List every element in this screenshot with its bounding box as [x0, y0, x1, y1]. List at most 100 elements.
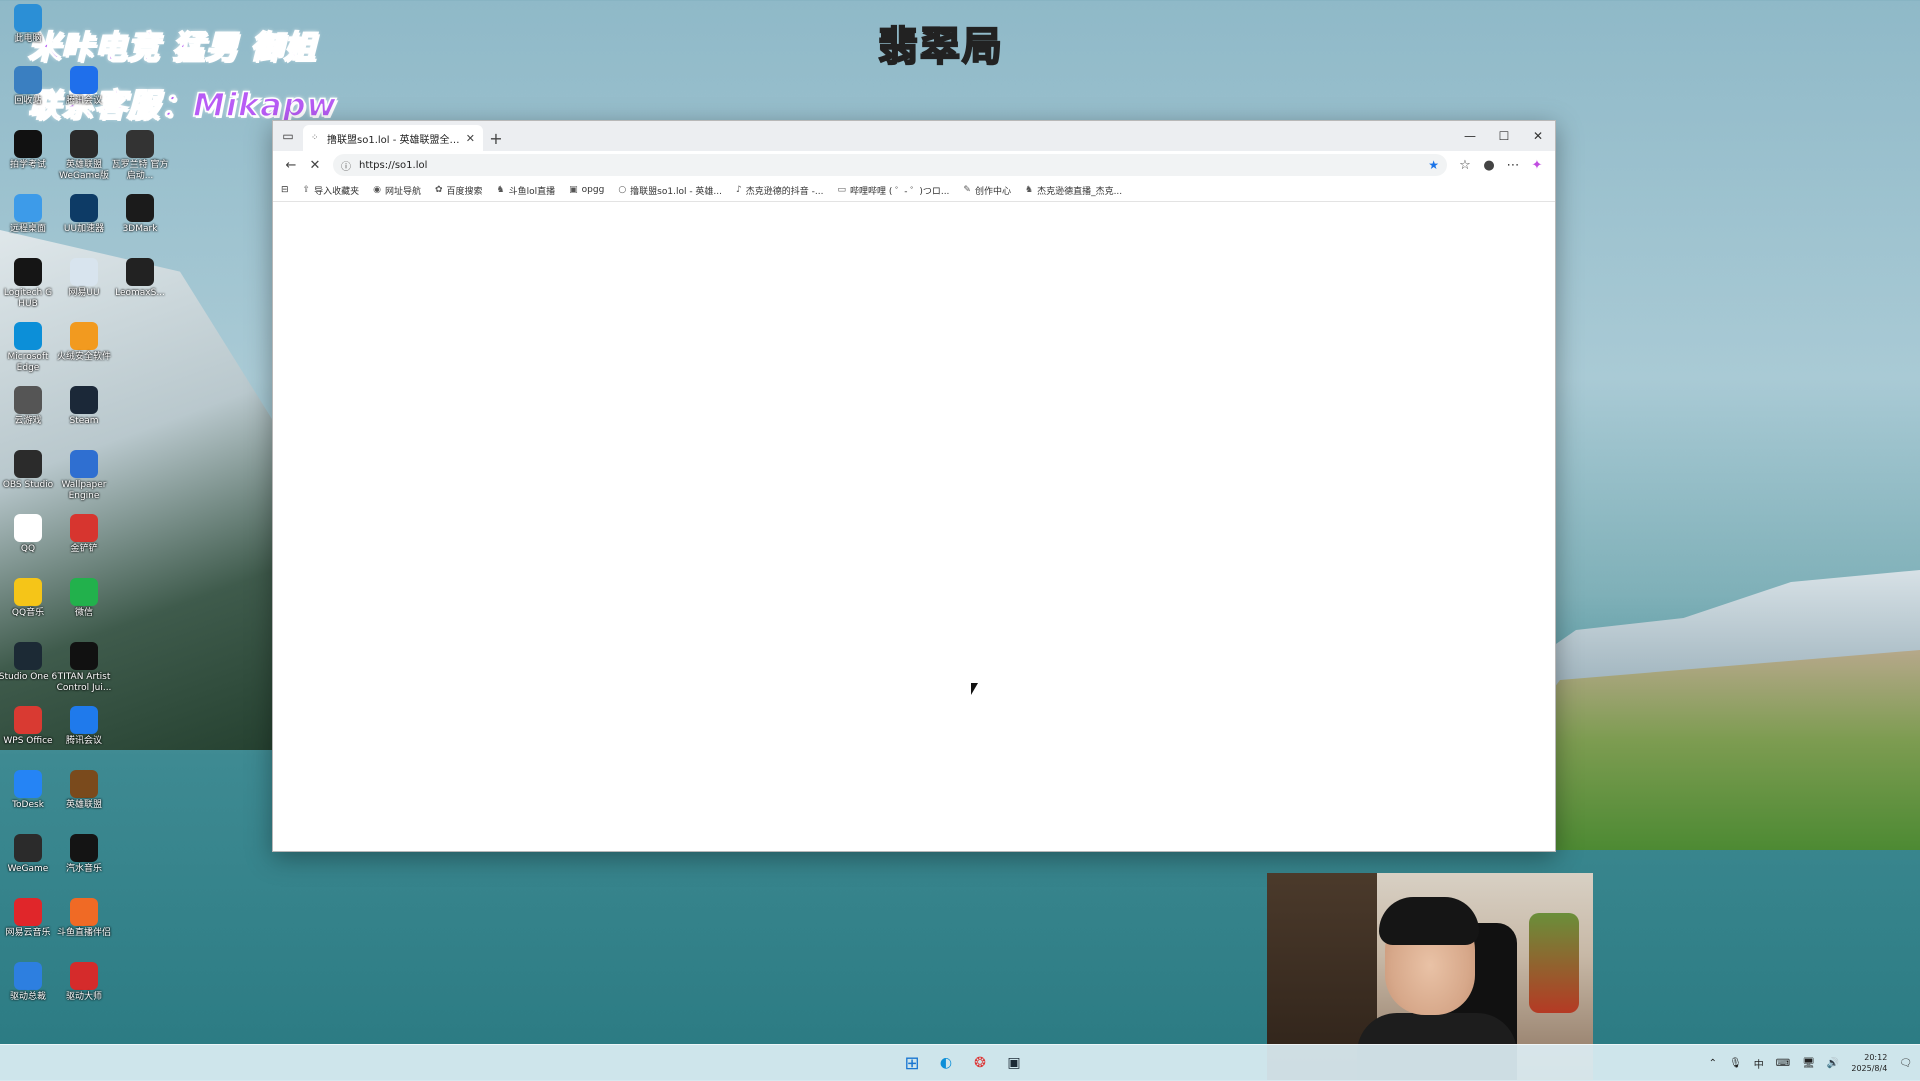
desktop-icon[interactable]: 英雄联盟: [54, 770, 114, 811]
desktop-icon-label: 网易UU: [68, 288, 100, 298]
notification-icon[interactable]: 🗨: [1899, 1058, 1912, 1069]
site-info-icon[interactable]: ⓘ: [341, 158, 351, 173]
profile-avatar[interactable]: ●: [1477, 153, 1501, 177]
browser-tab-active[interactable]: ⁘ 撸联盟so1.lol - 英雄联盟全大区防 ✕: [303, 125, 483, 151]
desktop-icon[interactable]: 驱动总裁: [0, 962, 58, 1003]
bookmark-item[interactable]: ✎ 创作中心: [963, 184, 1011, 197]
page-content-blank[interactable]: [273, 202, 1555, 851]
close-tab-icon[interactable]: ✕: [466, 132, 475, 145]
desktop-icon[interactable]: UU加速器: [54, 194, 114, 235]
minimize-button[interactable]: —: [1453, 121, 1487, 151]
desktop-icon[interactable]: ToDesk: [0, 770, 58, 811]
desktop-icon[interactable]: Wallpaper Engine: [54, 450, 114, 502]
desktop-icon[interactable]: 此电脑: [0, 4, 58, 45]
taskbar-terminal-icon[interactable]: ▣: [1000, 1049, 1028, 1077]
desktop-icon[interactable]: QQ音乐: [0, 578, 58, 619]
desktop-icon[interactable]: 网易UU: [54, 258, 114, 299]
lol-icon: [70, 770, 98, 798]
desktop-icon[interactable]: 驱动大师: [54, 962, 114, 1003]
bookmark-item[interactable]: ▣ opgg: [569, 185, 604, 195]
desktop-icon[interactable]: 英雄联盟WeGame版: [54, 130, 114, 182]
bookmark-item[interactable]: ◉ 网址导航: [373, 184, 421, 197]
desktop-icon[interactable]: 火绒安全软件: [54, 322, 114, 363]
desktop-icon[interactable]: 云游戏: [0, 386, 58, 427]
desktop-icon[interactable]: QQ: [0, 514, 58, 555]
tab-actions-icon[interactable]: ▭: [273, 121, 303, 151]
bookmark-item[interactable]: ♞ 斗鱼lol直播: [497, 184, 556, 197]
huorong-icon: [70, 322, 98, 350]
bookmark-item[interactable]: ♞ 杰克逊德直播_杰克...: [1025, 184, 1122, 197]
remote-desktop-icon: [14, 194, 42, 222]
nav-icon: ◉: [373, 185, 381, 195]
desktop-icon[interactable]: 远程桌面: [0, 194, 58, 235]
desktop-icon[interactable]: 汽水音乐: [54, 834, 114, 875]
close-window-button[interactable]: ✕: [1521, 121, 1555, 151]
driver-icon: [14, 962, 42, 990]
desktop-icon[interactable]: Studio One 6: [0, 642, 58, 683]
loading-icon: ⁘: [311, 133, 319, 143]
clock-time: 20:12: [1864, 1053, 1888, 1062]
desktop-icon[interactable]: 3DMark: [110, 194, 170, 235]
desktop-icon-label: LeomaxS...: [115, 288, 165, 298]
desktop-icon[interactable]: 网易云音乐: [0, 898, 58, 939]
bookmark-item[interactable]: ○ 撸联盟so1.lol - 英雄...: [618, 184, 722, 197]
desktop-icon[interactable]: 瓦罗兰特 官方启动...: [110, 130, 170, 182]
uu-icon: [70, 194, 98, 222]
desktop-icon[interactable]: LeomaxS...: [110, 258, 170, 299]
favorites-icon[interactable]: ☆: [1453, 153, 1477, 177]
tiktok-icon: ♪: [736, 185, 742, 195]
bookmark-item[interactable]: ⇪ 导入收藏夹: [303, 184, 360, 197]
desktop-icon[interactable]: 微信: [54, 578, 114, 619]
desktop-icon[interactable]: 斗鱼直播伴侣: [54, 898, 114, 939]
titan-icon: [70, 642, 98, 670]
desktop-icon[interactable]: 腾讯会议: [54, 706, 114, 747]
desktop-icon[interactable]: Microsoft Edge: [0, 322, 58, 374]
desktop-icon[interactable]: 腾讯会议: [54, 66, 114, 107]
bookmark-label: 斗鱼lol直播: [508, 186, 556, 197]
desktop-icon[interactable]: 拍学考试: [0, 130, 58, 171]
favorite-star-icon[interactable]: ★: [1428, 158, 1439, 172]
desktop-icon[interactable]: Logitech G HUB: [0, 258, 58, 310]
qq-music-icon: [14, 578, 42, 606]
bookmark-item[interactable]: ♪ 杰克逊德的抖音 -...: [736, 184, 823, 197]
more-options-icon[interactable]: ⋯: [1501, 153, 1525, 177]
stop-loading-button[interactable]: ✕: [303, 153, 327, 177]
start-button[interactable]: ⊞: [898, 1049, 926, 1077]
maximize-button[interactable]: ☐: [1487, 121, 1521, 151]
obs-icon: [14, 450, 42, 478]
address-bar[interactable]: ⓘ https://so1.lol ★: [333, 154, 1447, 176]
desktop-icon[interactable]: TITAN Artist Control Jui...: [54, 642, 114, 694]
new-tab-button[interactable]: +: [483, 125, 509, 151]
desktop-icon[interactable]: WeGame: [0, 834, 58, 875]
bookmarks-menu-icon[interactable]: ⊟: [281, 185, 289, 195]
browser-titlebar: ▭ ⁘ 撸联盟so1.lol - 英雄联盟全大区防 ✕ + — ☐ ✕: [273, 121, 1555, 151]
desktop-icon[interactable]: 回收站: [0, 66, 58, 107]
copilot-icon[interactable]: ✦: [1525, 153, 1549, 177]
bookmarks-bar: ⊟ ⇪ 导入收藏夹 ◉ 网址导航 ✿ 百度搜索 ♞ 斗鱼lol直播 ▣ opgg ○ 撸联盟so1.l…: [273, 179, 1555, 202]
desktop-icon[interactable]: 金铲铲: [54, 514, 114, 555]
desktop-icon[interactable]: WPS Office: [0, 706, 58, 747]
bookmark-item[interactable]: ▭ 哔哩哔哩 ( ゜- ゜)つロ...: [837, 184, 949, 197]
lol-icon: [70, 130, 98, 158]
tray-overflow-icon[interactable]: ⌃: [1709, 1058, 1717, 1069]
clock[interactable]: 20:12 2025/8/4: [1851, 1052, 1887, 1074]
desktop-icon-label: 斗鱼直播伴侣: [56, 928, 111, 938]
keyboard-icon[interactable]: ⌨: [1776, 1058, 1790, 1069]
taskbar-edge-icon[interactable]: ◐: [932, 1049, 960, 1077]
desktop-icon-label: 金铲铲: [70, 544, 98, 554]
taskbar-app-icon[interactable]: ❂: [966, 1049, 994, 1077]
back-button[interactable]: ←: [279, 153, 303, 177]
volume-icon[interactable]: 🔊: [1827, 1058, 1839, 1069]
ime-indicator[interactable]: 中: [1754, 1056, 1764, 1071]
bilibili-icon: ▭: [837, 185, 846, 195]
desktop-icon-label: 腾讯会议: [65, 96, 102, 106]
network-icon[interactable]: 🖥: [1802, 1058, 1815, 1069]
bookmark-item[interactable]: ✿ 百度搜索: [435, 184, 483, 197]
logitech-icon: [14, 258, 42, 286]
desktop-icon[interactable]: Steam: [54, 386, 114, 427]
microphone-icon[interactable]: 🎙: [1729, 1058, 1742, 1069]
desktop-icon-label: QQ: [20, 544, 36, 554]
desktop-icon-label: Microsoft Edge: [7, 352, 49, 373]
desktop-icon[interactable]: OBS Studio: [0, 450, 58, 491]
desktop-icon-label: 微信: [74, 608, 93, 618]
